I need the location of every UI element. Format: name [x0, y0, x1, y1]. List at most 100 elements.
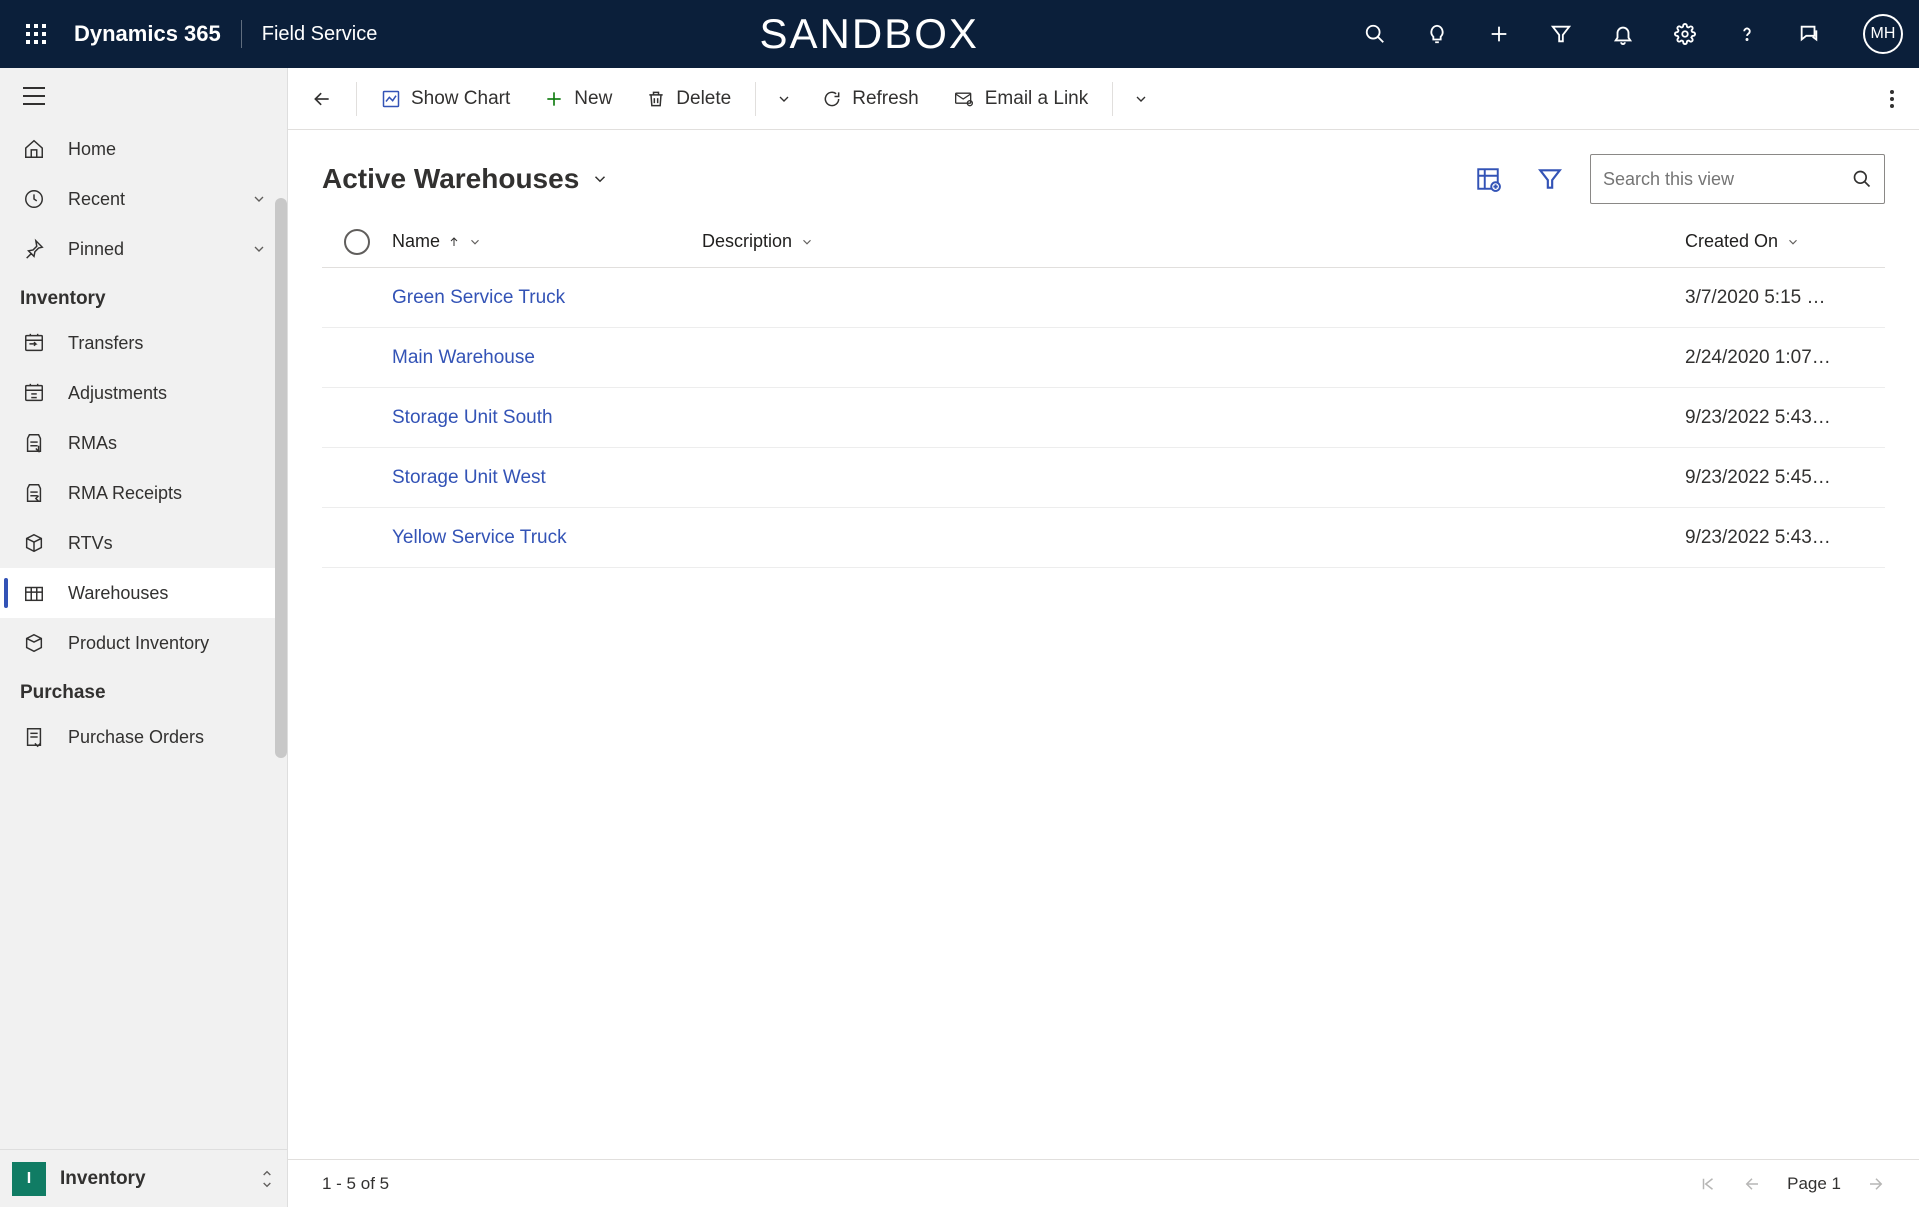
app-launcher-button[interactable]: [16, 14, 56, 54]
sidebar-item-rmas[interactable]: RMAs: [0, 418, 287, 468]
search-icon[interactable]: [1361, 20, 1389, 48]
environment-label: SANDBOX: [377, 10, 1361, 58]
sidebar-item-label: Home: [68, 139, 116, 160]
search-input[interactable]: [1603, 169, 1842, 190]
cell-created-on: 2/24/2020 1:07…: [1685, 347, 1885, 369]
sidebar: Home Recent Pinned Invento: [0, 68, 288, 1207]
select-all-checkbox[interactable]: [322, 229, 392, 255]
sidebar-item-purchase-orders[interactable]: Purchase Orders: [0, 712, 287, 762]
search-view-box[interactable]: [1590, 154, 1885, 204]
sidebar-scrollbar[interactable]: [275, 198, 287, 758]
sidebar-item-label: Product Inventory: [68, 633, 209, 654]
chat-icon[interactable]: [1795, 20, 1823, 48]
email-dropdown-button[interactable]: [1123, 83, 1159, 115]
record-link[interactable]: Main Warehouse: [392, 347, 535, 369]
record-link[interactable]: Storage Unit West: [392, 467, 546, 489]
sidebar-toggle-button[interactable]: [14, 76, 54, 116]
sidebar-group-inventory: Inventory: [0, 274, 287, 318]
first-page-button[interactable]: [1699, 1175, 1717, 1193]
chevron-down-icon: [1786, 235, 1800, 249]
table-row[interactable]: Yellow Service Truck9/23/2022 5:43…: [322, 508, 1885, 568]
show-chart-button[interactable]: Show Chart: [367, 80, 524, 118]
area-badge: I: [12, 1162, 46, 1196]
sidebar-item-product-inventory[interactable]: Product Inventory: [0, 618, 287, 668]
refresh-button[interactable]: Refresh: [808, 80, 933, 118]
help-icon[interactable]: [1733, 20, 1761, 48]
filter-icon[interactable]: [1547, 20, 1575, 48]
sidebar-item-recent[interactable]: Recent: [0, 174, 287, 224]
sidebar-item-rtvs[interactable]: RTVs: [0, 518, 287, 568]
column-header-name[interactable]: Name: [392, 231, 702, 252]
topbar-divider: [241, 20, 242, 48]
button-label: Refresh: [852, 88, 919, 110]
app-name-label[interactable]: Field Service: [262, 23, 378, 46]
view-selector[interactable]: Active Warehouses: [322, 163, 609, 195]
top-app-bar: Dynamics 365 Field Service SANDBOX MH: [0, 0, 1919, 68]
record-link[interactable]: Green Service Truck: [392, 287, 565, 309]
sidebar-item-label: RMA Receipts: [68, 483, 182, 504]
column-header-description[interactable]: Description: [702, 231, 1685, 252]
sort-asc-icon: [448, 235, 460, 249]
cmdbar-separator: [755, 82, 756, 116]
edit-columns-button[interactable]: [1466, 157, 1510, 201]
pin-icon: [20, 238, 48, 260]
next-page-button[interactable]: [1867, 1175, 1885, 1193]
back-button[interactable]: [298, 80, 346, 118]
delete-dropdown-button[interactable]: [766, 83, 802, 115]
button-label: Email a Link: [985, 88, 1089, 110]
table-row[interactable]: Storage Unit West 9/23/2022 5:45…: [322, 448, 1885, 508]
view-title-label: Active Warehouses: [322, 163, 579, 195]
avatar[interactable]: MH: [1863, 14, 1903, 54]
sidebar-item-label: Warehouses: [68, 583, 168, 604]
new-button[interactable]: New: [530, 80, 626, 118]
chevron-down-icon: [468, 235, 482, 249]
lightbulb-icon[interactable]: [1423, 20, 1451, 48]
sidebar-item-rma-receipts[interactable]: RMA Receipts: [0, 468, 287, 518]
area-label: Inventory: [60, 1168, 146, 1190]
record-link[interactable]: Storage Unit South: [392, 407, 553, 429]
sidebar-item-label: Recent: [68, 189, 125, 210]
table-row[interactable]: Green Service Truck3/7/2020 5:15 …: [322, 268, 1885, 328]
sidebar-item-label: RMAs: [68, 433, 117, 454]
table-row[interactable]: Storage Unit South 9/23/2022 5:43…: [322, 388, 1885, 448]
plus-icon[interactable]: [1485, 20, 1513, 48]
column-header-created-on[interactable]: Created On: [1685, 231, 1885, 252]
warehouses-icon: [20, 582, 48, 604]
sidebar-item-label: Pinned: [68, 239, 124, 260]
adjustments-icon: [20, 382, 48, 404]
brand-label[interactable]: Dynamics 365: [74, 21, 221, 47]
table-row[interactable]: Main Warehouse 2/24/2020 1:07…: [322, 328, 1885, 388]
delete-button[interactable]: Delete: [632, 80, 745, 118]
content-area: Show Chart New Delete Refresh Email a Li…: [288, 68, 1919, 1207]
chevron-down-icon: [251, 191, 267, 207]
more-commands-button[interactable]: [1875, 81, 1909, 117]
data-grid: Name Description Created On Green Servic…: [288, 216, 1919, 1159]
sidebar-item-warehouses[interactable]: Warehouses: [0, 568, 287, 618]
area-switcher[interactable]: I Inventory: [0, 1149, 287, 1207]
bell-icon[interactable]: [1609, 20, 1637, 48]
rmas-icon: [20, 432, 48, 454]
chevron-down-icon: [800, 235, 814, 249]
column-label: Description: [702, 231, 792, 252]
purchase-orders-icon: [20, 726, 48, 748]
email-link-button[interactable]: Email a Link: [939, 80, 1103, 118]
product-inventory-icon: [20, 632, 48, 654]
rma-receipts-icon: [20, 482, 48, 504]
sidebar-item-label: Transfers: [68, 333, 143, 354]
cmdbar-separator: [356, 82, 357, 116]
sidebar-item-adjustments[interactable]: Adjustments: [0, 368, 287, 418]
button-label: Show Chart: [411, 88, 510, 110]
prev-page-button[interactable]: [1743, 1175, 1761, 1193]
gear-icon[interactable]: [1671, 20, 1699, 48]
cell-created-on: 9/23/2022 5:43…: [1685, 407, 1885, 429]
sidebar-item-transfers[interactable]: Transfers: [0, 318, 287, 368]
cell-created-on: 9/23/2022 5:45…: [1685, 467, 1885, 489]
button-label: Delete: [676, 88, 731, 110]
sidebar-item-pinned[interactable]: Pinned: [0, 224, 287, 274]
sidebar-item-home[interactable]: Home: [0, 124, 287, 174]
edit-filters-button[interactable]: [1528, 157, 1572, 201]
transfers-icon: [20, 332, 48, 354]
record-link[interactable]: Yellow Service Truck: [392, 527, 567, 549]
home-icon: [20, 138, 48, 160]
grid-footer: 1 - 5 of 5 Page 1: [288, 1159, 1919, 1207]
